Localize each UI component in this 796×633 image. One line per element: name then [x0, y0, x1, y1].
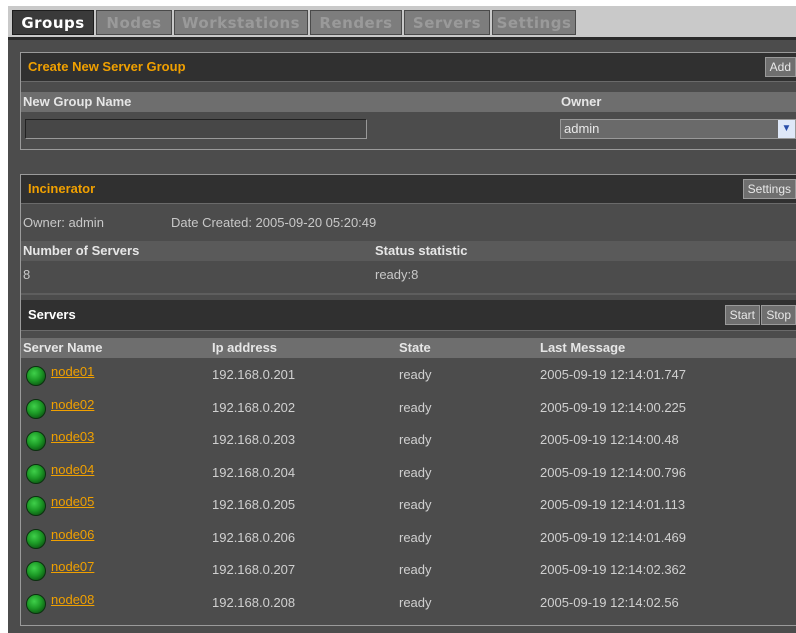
- num-servers-value: 8: [23, 267, 31, 282]
- create-group-title: Create New Server Group: [28, 59, 186, 74]
- table-row: node05 192.168.0.205 ready 2005-09-19 12:14…: [21, 488, 796, 521]
- server-last-message: 2005-09-19 12:14:00.796: [540, 464, 687, 480]
- group-name-header: New Group Name: [23, 94, 132, 109]
- server-ip: 192.168.0.202: [212, 399, 296, 415]
- status-ready-icon: [26, 561, 46, 581]
- server-last-message: 2005-09-19 12:14:00.225: [540, 399, 687, 415]
- server-name-link[interactable]: node05: [51, 488, 94, 516]
- server-state: ready: [399, 367, 432, 382]
- create-group-panel: Create New Server Group Add New Group Na…: [20, 52, 796, 150]
- server-last-message: 2005-09-19 12:14:02.362: [540, 562, 687, 577]
- server-name-link[interactable]: node03: [51, 423, 94, 451]
- status-ready-icon: [26, 366, 46, 386]
- server-name-link[interactable]: node06: [51, 521, 94, 549]
- tab-workstations[interactable]: Workstations: [174, 10, 308, 35]
- owner-select[interactable]: admin ▼: [560, 119, 796, 139]
- start-button[interactable]: Start: [724, 305, 760, 325]
- server-ip: 192.168.0.205: [212, 497, 296, 512]
- server-name-link[interactable]: node07: [51, 553, 94, 581]
- table-row: node08 192.168.0.208 ready 2005-09-19 12:14…: [21, 586, 796, 619]
- servers-column-headers: Server Name Ip address State Last Messag…: [21, 338, 796, 358]
- server-ip: 192.168.0.203: [212, 432, 296, 447]
- tab-bar: Groups Nodes Workstations Renders Server…: [8, 6, 796, 40]
- owner-select-value: admin: [564, 121, 600, 136]
- stop-button[interactable]: Stop: [761, 305, 796, 325]
- tab-renders[interactable]: Renders: [310, 10, 402, 35]
- table-row: node07 192.168.0.207 ready 2005-09-19 12:14…: [21, 553, 796, 586]
- server-ip: 192.168.0.204: [212, 464, 296, 480]
- group-title: Incinerator: [28, 181, 96, 196]
- servers-header: Servers Start Stop: [21, 300, 796, 331]
- group-date-created: Date Created: 2005-09-20 05:20:49: [171, 215, 377, 230]
- server-state: ready: [399, 562, 432, 577]
- server-last-message: 2005-09-19 12:14:01.113: [540, 497, 686, 512]
- servers-title: Servers: [28, 307, 76, 322]
- group-stats-headers: Number of Servers Status statistic: [21, 241, 796, 261]
- status-statistic-header: Status statistic: [375, 243, 468, 258]
- app-window: Groups Nodes Workstations Renders Server…: [8, 6, 796, 633]
- server-ip: 192.168.0.208: [212, 594, 296, 610]
- server-ip: 192.168.0.207: [212, 562, 296, 577]
- col-state: State: [399, 340, 431, 355]
- server-state: ready: [399, 399, 432, 415]
- status-statistic-value: ready:8: [375, 267, 419, 282]
- table-row: node06 192.168.0.206 ready 2005-09-19 12:14…: [21, 521, 796, 554]
- col-server-name: Server Name: [23, 340, 103, 355]
- settings-button[interactable]: Settings: [742, 179, 796, 199]
- group-panel: Incinerator Settings Owner: admin Date C…: [20, 174, 796, 626]
- chevron-down-icon[interactable]: ▼: [778, 120, 795, 138]
- table-row: node01 192.168.0.201 ready 2005-09-19 12:14…: [21, 358, 796, 391]
- server-last-message: 2005-09-19 12:14:01.469: [540, 529, 687, 545]
- tab-nodes[interactable]: Nodes: [96, 10, 172, 35]
- group-header: Incinerator Settings: [21, 175, 796, 204]
- create-group-column-headers: New Group Name Owner: [21, 92, 796, 112]
- status-ready-icon: [26, 463, 46, 484]
- tab-settings[interactable]: Settings: [492, 10, 576, 35]
- col-ip-address: Ip address: [212, 340, 278, 355]
- server-ip: 192.168.0.201: [212, 367, 296, 382]
- server-state: ready: [399, 594, 432, 610]
- server-state: ready: [399, 464, 432, 480]
- tab-divider: [8, 37, 796, 40]
- col-last-message: Last Message: [540, 340, 626, 355]
- server-ip: 192.168.0.206: [212, 529, 296, 545]
- status-ready-icon: [26, 496, 46, 516]
- server-state: ready: [399, 497, 432, 512]
- create-group-header: Create New Server Group Add: [21, 53, 796, 82]
- owner-header: Owner: [561, 94, 602, 109]
- server-state: ready: [399, 529, 432, 545]
- tab-servers[interactable]: Servers: [404, 10, 490, 35]
- table-row: node02 192.168.0.202 ready 2005-09-19 12:14…: [21, 391, 796, 424]
- server-name-link[interactable]: node08: [51, 586, 94, 614]
- status-ready-icon: [26, 398, 46, 419]
- server-name-link[interactable]: node04: [51, 456, 94, 484]
- server-last-message: 2005-09-19 12:14:02.56: [540, 594, 679, 610]
- server-state: ready: [399, 432, 432, 447]
- tab-groups[interactable]: Groups: [12, 10, 94, 35]
- section-divider: [21, 293, 796, 295]
- group-owner: Owner: admin: [23, 215, 104, 230]
- server-name-link[interactable]: node02: [51, 391, 94, 419]
- server-last-message: 2005-09-19 12:14:01.747: [540, 367, 687, 382]
- num-servers-header: Number of Servers: [23, 243, 140, 258]
- status-ready-icon: [26, 431, 46, 451]
- group-name-input[interactable]: [25, 119, 367, 139]
- server-last-message: 2005-09-19 12:14:00.48: [540, 432, 679, 447]
- add-button[interactable]: Add: [764, 57, 796, 77]
- table-row: node03 192.168.0.203 ready 2005-09-19 12:14…: [21, 423, 796, 456]
- server-name-link[interactable]: node01: [51, 358, 94, 386]
- status-ready-icon: [26, 528, 46, 549]
- status-ready-icon: [26, 593, 46, 614]
- table-row: node04 192.168.0.204 ready 2005-09-19 12:14…: [21, 456, 796, 489]
